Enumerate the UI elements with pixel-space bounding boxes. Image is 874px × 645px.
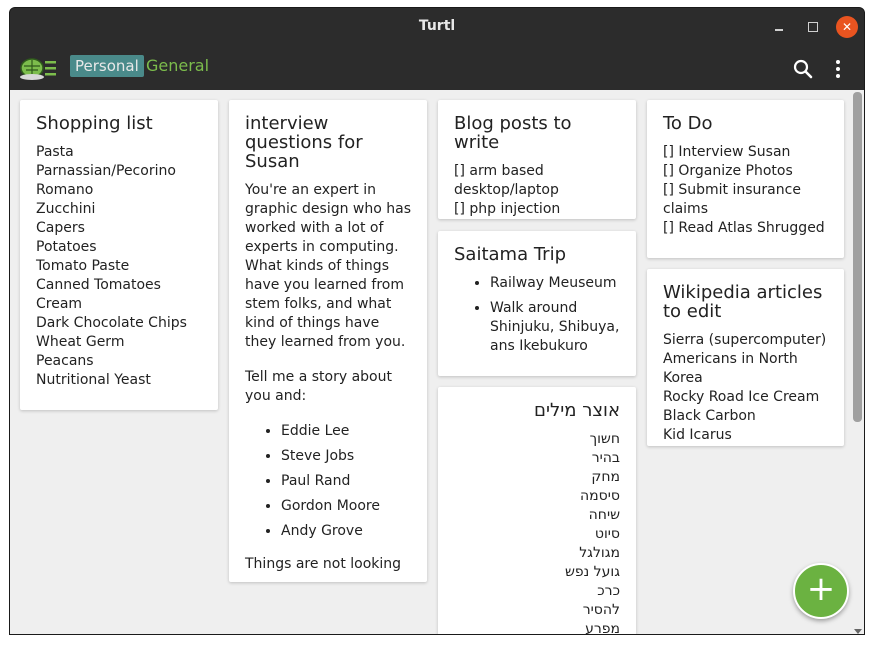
note-line: מחק [591, 469, 620, 485]
note-line: סיסמה [580, 488, 620, 504]
note-title: Wikipedia articles to edit [663, 282, 823, 322]
scroll-down-arrow-icon[interactable] [854, 629, 862, 634]
note-card-hebrew-vocabulary[interactable]: אוצר מילים חשוך בהיר מחק סיסמה שיחה סיוט… [438, 387, 636, 635]
minimize-button[interactable] [768, 16, 790, 38]
turtle-logo-icon[interactable] [18, 52, 58, 84]
more-vert-icon[interactable] [830, 58, 846, 80]
note-line: [] Read Atlas Shrugged [663, 220, 825, 236]
vertical-scrollbar[interactable] [850, 90, 864, 634]
note-line: [] Submit insurance claims [663, 182, 801, 217]
note-line: Dark Chocolate Chips [36, 315, 187, 331]
scrollbar-thumb[interactable] [853, 92, 862, 422]
note-title: Saitama Trip [454, 244, 567, 265]
note-line: Parnassian/Pecorino [36, 163, 176, 179]
list-item: Gordon Moore [281, 497, 411, 516]
list-item: Andy Grove [281, 522, 411, 541]
note-line: Canned Tomatoes [36, 277, 161, 293]
note-line: Romano [36, 182, 94, 198]
note-line: Peacans [36, 353, 94, 369]
note-line: Wheat Germ [36, 334, 125, 350]
note-paragraph: Tell me a story about you and: [245, 369, 392, 404]
note-title: To Do [663, 113, 713, 134]
note-card-shopping-list[interactable]: Shopping list Pasta Parnassian/Pecorino … [20, 100, 218, 410]
note-line: מגולגל [579, 545, 620, 561]
note-line: Rocky Road Ice Cream [663, 389, 820, 405]
note-title: אוצר מילים [534, 400, 620, 421]
note-body: Sierra (supercomputer) Americans in Nort… [663, 331, 828, 445]
note-line: [] Interview Susan [663, 144, 791, 160]
app-header: Personal General [10, 46, 864, 90]
note-line: [] Organize Photos [663, 163, 793, 179]
note-line: [] arm based desktop/laptop [454, 163, 559, 198]
list-item: Walk around Shinjuku, Shibuya, ans Ikebu… [490, 299, 620, 356]
note-body: [] Interview Susan [] Organize Photos []… [663, 143, 828, 238]
note-body: Pasta Parnassian/Pecorino Romano Zucchin… [36, 143, 202, 390]
note-line: Capers [36, 220, 85, 236]
list-item: Eddie Lee [281, 422, 411, 441]
note-line: חשוך [589, 431, 620, 447]
note-line: שיחה [588, 507, 620, 523]
note-paragraph: You're an expert in graphic design who h… [245, 182, 411, 350]
note-line: Potatoes [36, 239, 97, 255]
close-button[interactable]: ✕ [836, 16, 858, 38]
search-icon[interactable] [792, 58, 814, 80]
note-line: Americans in North Korea [663, 351, 798, 386]
note-line: להסיר [582, 602, 620, 618]
add-note-button[interactable]: + [793, 563, 849, 619]
note-line: בהיר [591, 450, 620, 466]
note-body: חשוך בהיר מחק סיסמה שיחה סיוט מגולגל גוע… [454, 430, 620, 635]
list-item: Steve Jobs [281, 447, 411, 466]
note-line: Kid Icarus [663, 427, 732, 443]
note-line: Pasta [36, 144, 74, 160]
note-line: גועל נפש [564, 564, 620, 580]
note-paragraph: Things are not looking [245, 556, 402, 572]
maximize-button[interactable] [802, 16, 824, 38]
space-personal[interactable]: Personal [70, 55, 144, 77]
note-bullet-list: Eddie Lee Steve Jobs Paul Rand Gordon Mo… [245, 422, 411, 541]
note-card-wikipedia-articles[interactable]: Wikipedia articles to edit Sierra (super… [647, 269, 844, 446]
note-title: interview questions for Susan [245, 113, 363, 172]
close-icon: ✕ [841, 20, 853, 34]
note-card-to-do[interactable]: To Do [] Interview Susan [] Organize Pho… [647, 100, 844, 258]
note-line: Sierra (supercomputer) [663, 332, 827, 348]
note-card-blog-posts[interactable]: Blog posts to write [] arm based desktop… [438, 100, 636, 219]
note-line: Tomato Paste [36, 258, 130, 274]
title-bar[interactable]: Turtl ✕ [10, 8, 864, 46]
app-window: Turtl ✕ Personal General Shopping list P… [9, 7, 865, 635]
list-item: Railway Meuseum [490, 274, 620, 293]
minimize-icon [775, 29, 783, 31]
list-item: Paul Rand [281, 472, 411, 491]
maximize-icon [808, 22, 818, 32]
note-bullet-list: Railway Meuseum Walk around Shinjuku, Sh… [454, 274, 620, 356]
note-line: Zucchini [36, 201, 96, 217]
note-line: Cream [36, 296, 83, 312]
notes-grid: Shopping list Pasta Parnassian/Pecorino … [10, 90, 850, 635]
note-line: סיוט [594, 526, 620, 542]
note-card-interview-questions[interactable]: interview questions for Susan You're an … [229, 100, 427, 582]
board-general[interactable]: General [146, 55, 209, 77]
note-line: [] php injection [454, 201, 561, 217]
note-card-saitama-trip[interactable]: Saitama Trip Railway Meuseum Walk around… [438, 231, 636, 376]
note-line: כרכ [597, 583, 620, 599]
note-title: Shopping list [36, 113, 153, 134]
note-title: Blog posts to write [454, 113, 572, 153]
note-line: מפרע [585, 621, 620, 635]
note-body: [] arm based desktop/laptop [] php injec… [454, 162, 620, 219]
note-line: Nutritional Yeast [36, 372, 151, 388]
note-line: Black Carbon [663, 408, 756, 424]
window-title: Turtl [418, 18, 456, 34]
